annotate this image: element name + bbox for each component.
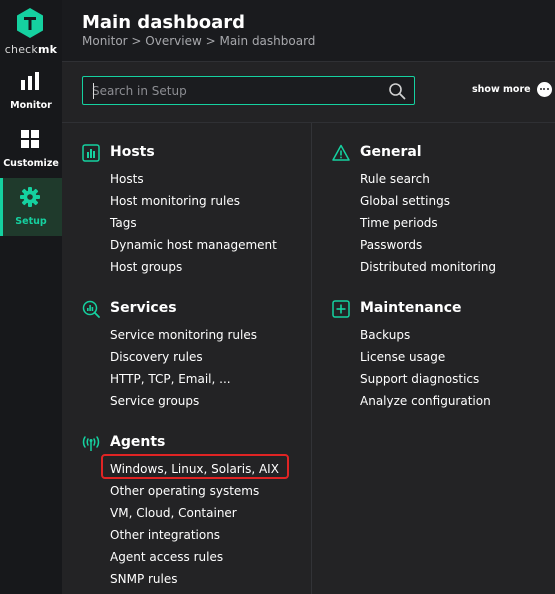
bar-chart-icon xyxy=(21,72,39,90)
column-divider xyxy=(311,123,312,594)
page-title: Main dashboard xyxy=(82,12,246,33)
nav-customize-label: Customize xyxy=(3,158,59,169)
section-title: Hosts xyxy=(110,144,155,160)
show-more-label: show more xyxy=(472,83,531,95)
link-host-groups[interactable]: Host groups xyxy=(82,256,277,278)
agents-icon xyxy=(82,436,100,451)
checkmk-logo-icon xyxy=(17,8,43,38)
logo-wordmark: checkmk xyxy=(4,43,58,56)
link-license-usage[interactable]: License usage xyxy=(332,346,491,368)
nav-setup[interactable]: Setup xyxy=(0,178,62,236)
plus-box-icon xyxy=(332,300,350,318)
section-services: Services Service monitoring rules Discov… xyxy=(82,299,257,412)
section-header: Services xyxy=(82,299,257,321)
nav-monitor[interactable]: Monitor xyxy=(0,62,62,120)
page-header: Main dashboard Monitor > Overview > Main… xyxy=(62,0,555,62)
link-http-tcp-email[interactable]: HTTP, TCP, Email, ... xyxy=(82,368,257,390)
link-agent-access-rules[interactable]: Agent access rules xyxy=(82,546,279,568)
link-passwords[interactable]: Passwords xyxy=(332,234,496,256)
search-input[interactable] xyxy=(92,82,382,100)
nav-monitor-label: Monitor xyxy=(10,100,52,111)
link-distributed-monitoring[interactable]: Distributed monitoring xyxy=(332,256,496,278)
main-nav: checkmk Monitor Customize Setup xyxy=(0,0,62,594)
link-discovery-rules[interactable]: Discovery rules xyxy=(82,346,257,368)
link-vm-cloud-container[interactable]: VM, Cloud, Container xyxy=(82,502,279,524)
link-snmp-rules[interactable]: SNMP rules xyxy=(82,568,279,590)
nav-customize[interactable]: Customize xyxy=(0,120,62,178)
section-title: Services xyxy=(110,300,177,316)
grid-icon xyxy=(21,130,39,148)
link-other-operating-systems[interactable]: Other operating systems xyxy=(82,480,279,502)
more-dots-icon xyxy=(536,81,552,97)
link-service-groups[interactable]: Service groups xyxy=(82,390,257,412)
section-title: General xyxy=(360,144,422,160)
link-dynamic-host-management[interactable]: Dynamic host management xyxy=(82,234,277,256)
services-icon xyxy=(82,300,100,318)
link-time-periods[interactable]: Time periods xyxy=(332,212,496,234)
link-other-integrations[interactable]: Other integrations xyxy=(82,524,279,546)
link-backups[interactable]: Backups xyxy=(332,324,491,346)
breadcrumb: Monitor > Overview > Main dashboard xyxy=(82,34,316,48)
link-analyze-configuration[interactable]: Analyze configuration xyxy=(332,390,491,412)
section-maintenance: Maintenance Backups License usage Suppor… xyxy=(332,299,491,412)
section-header: General xyxy=(332,143,496,165)
search-icon[interactable] xyxy=(388,82,406,100)
section-header: Hosts xyxy=(82,143,277,165)
show-more-button[interactable]: show more xyxy=(472,80,552,98)
nav-setup-label: Setup xyxy=(15,216,47,227)
link-tags[interactable]: Tags xyxy=(82,212,277,234)
checkmk-logo[interactable]: checkmk xyxy=(0,0,62,62)
section-hosts: Hosts Hosts Host monitoring rules Tags D… xyxy=(82,143,277,278)
link-host-monitoring-rules[interactable]: Host monitoring rules xyxy=(82,190,277,212)
warning-triangle-icon xyxy=(332,144,350,161)
highlight-annotation xyxy=(101,454,289,479)
section-header: Agents xyxy=(82,433,279,455)
section-header: Maintenance xyxy=(332,299,491,321)
setup-menu: Hosts Hosts Host monitoring rules Tags D… xyxy=(62,122,555,594)
link-support-diagnostics[interactable]: Support diagnostics xyxy=(332,368,491,390)
link-service-monitoring-rules[interactable]: Service monitoring rules xyxy=(82,324,257,346)
section-title: Agents xyxy=(110,434,166,450)
gear-icon xyxy=(20,187,40,207)
link-global-settings[interactable]: Global settings xyxy=(332,190,496,212)
section-general: General Rule search Global settings Time… xyxy=(332,143,496,278)
section-title: Maintenance xyxy=(360,300,462,316)
text-cursor xyxy=(93,83,94,99)
link-hosts[interactable]: Hosts xyxy=(82,168,277,190)
search-bar[interactable] xyxy=(82,76,415,105)
link-rule-search[interactable]: Rule search xyxy=(332,168,496,190)
hosts-icon xyxy=(82,144,100,162)
main-area: Main dashboard Monitor > Overview > Main… xyxy=(62,0,555,594)
